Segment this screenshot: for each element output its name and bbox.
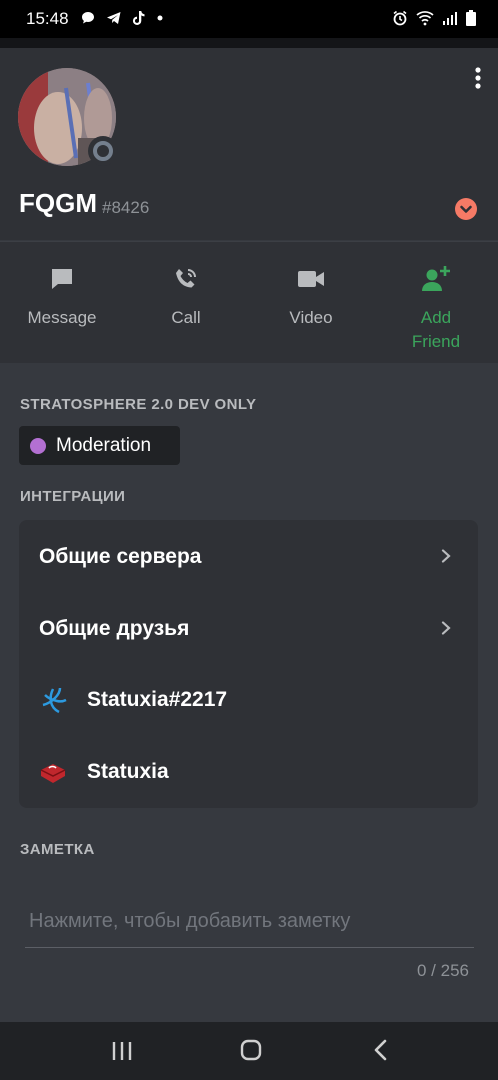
video-camera-icon — [298, 271, 324, 287]
system-nav-bar — [0, 1022, 498, 1080]
recent-apps-icon[interactable] — [102, 1036, 142, 1066]
status-bar: 15:48 — [0, 0, 498, 38]
mutual-servers-label: Общие сервера — [39, 545, 202, 568]
mutual-friends-row[interactable]: Общие друзья — [39, 617, 189, 641]
alarm-icon — [393, 10, 407, 26]
note-placeholder: Нажмите, чтобы добавить заметку — [29, 910, 351, 932]
telegram-icon — [107, 12, 121, 24]
role-tag: Moderation — [19, 426, 180, 465]
server-roles-heading: STRATOSPHERE 2.0 DEV ONLY — [20, 396, 257, 413]
message-icon — [52, 269, 72, 289]
integrations-heading: ИНТЕГРАЦИИ — [20, 488, 126, 505]
phone-icon — [176, 269, 196, 288]
call-button[interactable]: Call — [131, 262, 241, 330]
chevron-right-icon — [441, 549, 451, 563]
integrations-card: Общие сервера Общие друзья Statuxia#2217… — [19, 520, 478, 808]
tiktok-icon — [132, 11, 145, 25]
add-friend-button[interactable]: Add Friend — [381, 262, 491, 354]
role-color-dot — [30, 437, 46, 454]
offline-status-indicator — [88, 136, 118, 166]
chevron-down-icon — [460, 205, 472, 213]
role-name: Moderation — [56, 434, 152, 456]
mutual-servers-row[interactable]: Общие сервера — [39, 545, 201, 569]
message-button[interactable]: Message — [7, 262, 117, 330]
chevron-right-icon — [441, 621, 451, 635]
discriminator: #8426 — [102, 198, 150, 217]
wifi-icon — [416, 11, 434, 26]
action-bar: Message Call Video Add Friend — [0, 241, 498, 363]
heart-account-label: Statuxia — [87, 760, 169, 783]
expand-badge-button[interactable] — [455, 198, 477, 220]
add-friend-icon — [422, 266, 450, 291]
heart-icon — [40, 764, 66, 783]
note-input[interactable]: Нажмите, чтобы добавить заметку — [25, 903, 474, 948]
home-icon[interactable] — [231, 1036, 271, 1066]
more-options-icon[interactable] — [472, 66, 484, 90]
dot-icon — [157, 15, 163, 21]
mutual-friends-label: Общие друзья — [39, 617, 190, 640]
battlenet-account-label: Statuxia#2217 — [87, 688, 228, 711]
video-button[interactable]: Video — [256, 262, 366, 330]
top-strip — [0, 38, 498, 48]
profile-header: FQGM #8426 — [0, 48, 498, 240]
note-heading: ЗАМЕТКА — [20, 841, 95, 858]
status-time: 15:48 — [26, 9, 69, 28]
username: FQGM — [19, 188, 97, 218]
signal-icon — [443, 12, 457, 25]
battery-icon — [466, 10, 476, 26]
note-char-counter: 0 / 256 — [417, 961, 469, 980]
back-icon[interactable] — [360, 1036, 400, 1066]
chat-bubble-icon — [82, 12, 94, 24]
battlenet-icon — [42, 687, 67, 714]
